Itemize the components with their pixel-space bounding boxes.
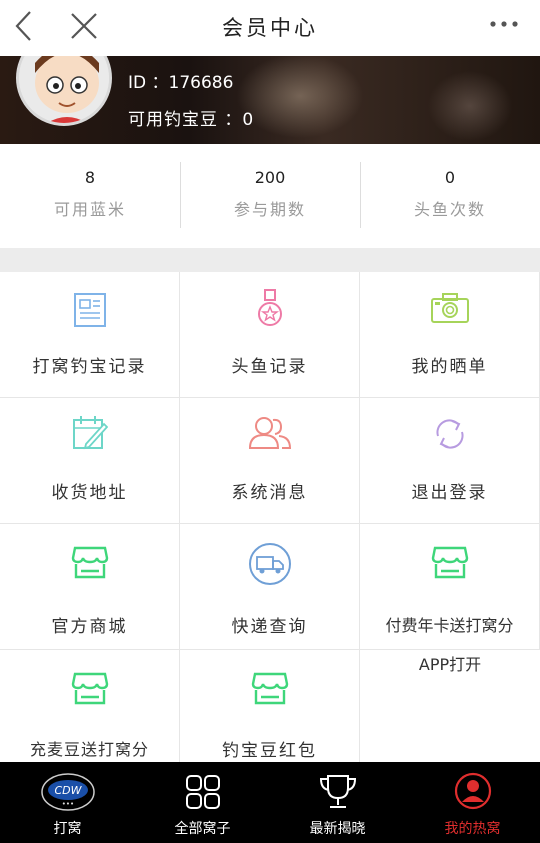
top-bar: 会员中心 [0, 0, 540, 56]
store-icon [71, 546, 108, 579]
users-icon [248, 417, 291, 449]
stat-label: 可用蓝米 [53, 200, 126, 219]
stat-label: 头鱼次数 [413, 200, 486, 219]
stats-row: 8 可用蓝米 200 参与期数 0 头鱼次数 [0, 144, 540, 248]
menu-item-logout[interactable]: 退出登录 [360, 398, 540, 524]
menu-item-label: 头鱼记录 [231, 357, 308, 377]
profile-banner: ID ：176686 可用钓宝豆 ：0 [0, 56, 540, 144]
menu-item-express-tracking[interactable]: 快递查询 [180, 524, 360, 650]
menu-item-top-fish-record[interactable]: 头鱼记录 [180, 272, 360, 398]
user-id: ID ：176686 [128, 73, 234, 93]
menu-item-label: 付费年卡送打窝分 [385, 616, 514, 635]
menu-item-my-showcase[interactable]: 我的晒单 [360, 272, 540, 398]
bottom-tab-bar: CDW ••• 打窝 全部窝子 最新揭晓 我的热窝 [0, 762, 540, 843]
menu-item-label: 收货地址 [51, 483, 128, 503]
record-list-icon [73, 293, 106, 327]
menu-item-label: 系统消息 [231, 483, 308, 503]
menu-item-annual-card[interactable]: 付费年卡送打窝分 [360, 524, 540, 650]
tab-label: 全部窝子 [174, 821, 231, 837]
menu-item-label: 快递查询 [231, 617, 308, 637]
cartoon-face-icon [19, 56, 109, 123]
available-beans: 可用钓宝豆 ：0 [128, 110, 255, 130]
more-dots-icon[interactable] [488, 14, 520, 34]
delivery-truck-icon [248, 543, 291, 585]
refresh-icon [435, 419, 464, 449]
menu-item-recharge-beans[interactable]: 充麦豆送打窝分 [0, 650, 180, 762]
tab-label: 打窝 [53, 821, 82, 837]
menu-item-label: 钓宝豆红包 [222, 741, 317, 761]
stat-available-lanmi[interactable]: 8 可用蓝米 [0, 144, 180, 248]
page-title: 会员中心 [222, 16, 318, 40]
camera-icon [430, 293, 469, 323]
tab-latest-results[interactable]: 最新揭晓 [270, 762, 405, 843]
stat-participations[interactable]: 200 参与期数 [180, 144, 360, 248]
avatar[interactable] [16, 56, 112, 126]
brand-logo-icon: CDW ••• [40, 773, 95, 811]
menu-item-official-store[interactable]: 官方商城 [0, 524, 180, 650]
svg-text:CDW: CDW [54, 784, 82, 797]
grid-icon [185, 775, 220, 809]
edit-calendar-icon [72, 416, 108, 450]
stat-value: 8 [84, 168, 96, 187]
svg-text:•••: ••• [61, 800, 73, 808]
tab-dawo[interactable]: CDW ••• 打窝 [0, 762, 135, 843]
tab-my-hot-spots[interactable]: 我的热窝 [405, 762, 540, 843]
medal-icon [257, 289, 282, 326]
store-icon [251, 672, 288, 705]
stat-value: 200 [254, 168, 286, 187]
tab-all-spots[interactable]: 全部窝子 [135, 762, 270, 843]
store-icon [71, 672, 108, 705]
section-divider [0, 248, 540, 272]
stat-top-fish-count[interactable]: 0 头鱼次数 [360, 144, 540, 248]
trophy-icon [319, 775, 356, 808]
menu-item-shipping-address[interactable]: 收货地址 [0, 398, 180, 524]
menu-item-label: 我的晒单 [411, 357, 488, 377]
app-open-text[interactable]: APP打开 [360, 651, 540, 675]
menu-item-dawo-record[interactable]: 打窝钓宝记录 [0, 272, 180, 398]
menu-item-label: 充麦豆送打窝分 [29, 740, 149, 759]
user-circle-icon [454, 772, 491, 810]
menu-item-label: 退出登录 [411, 483, 488, 503]
menu-item-label: 官方商城 [51, 617, 128, 637]
menu-item-system-messages[interactable]: 系统消息 [180, 398, 360, 524]
tab-label: 我的热窝 [444, 821, 501, 837]
stat-value: 0 [444, 168, 456, 187]
store-icon [431, 546, 468, 579]
tab-label: 最新揭晓 [309, 821, 366, 837]
stat-label: 参与期数 [233, 200, 306, 219]
menu-grid: 打窝钓宝记录 头鱼记录 我的晒单 收货地址 系统消息 退出登录 官方商城 快递查… [0, 272, 540, 762]
menu-item-bean-red-packet[interactable]: 钓宝豆红包 [180, 650, 360, 762]
menu-item-label: 打窝钓宝记录 [32, 357, 147, 377]
